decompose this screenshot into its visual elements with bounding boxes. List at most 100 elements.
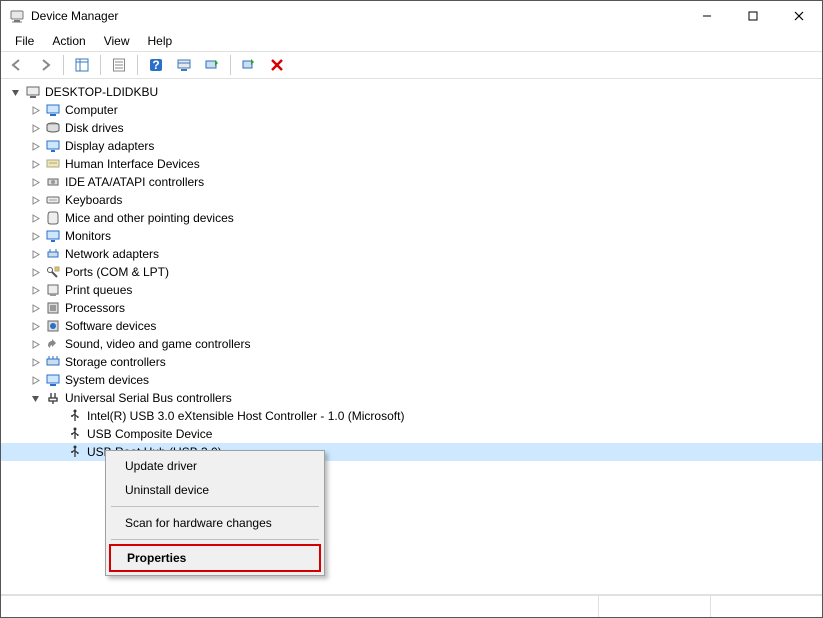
expand-icon[interactable] xyxy=(29,284,41,296)
tree-category[interactable]: Ports (COM & LPT) xyxy=(1,263,822,281)
tree-root[interactable]: DESKTOP-LDIDKBU xyxy=(1,83,822,101)
category-icon xyxy=(45,138,61,154)
titlebar: Device Manager xyxy=(1,1,822,31)
context-update-driver[interactable]: Update driver xyxy=(109,454,321,478)
tree-category-label: Display adapters xyxy=(65,139,154,153)
tree-category-label: Monitors xyxy=(65,229,111,243)
expand-icon[interactable] xyxy=(29,230,41,242)
tree-device-label: USB Composite Device xyxy=(87,427,212,441)
enable-device-button[interactable] xyxy=(237,53,261,77)
help-button[interactable]: ? xyxy=(144,53,168,77)
expand-icon[interactable] xyxy=(29,176,41,188)
tree-category[interactable]: Keyboards xyxy=(1,191,822,209)
tree-category-label: Print queues xyxy=(65,283,132,297)
properties-button[interactable] xyxy=(107,53,131,77)
device-tree[interactable]: DESKTOP-LDIDKBU Computer Disk drives Displ… xyxy=(1,79,822,595)
show-hide-tree-button[interactable] xyxy=(70,53,94,77)
tree-category-label: Storage controllers xyxy=(65,355,166,369)
context-uninstall-device[interactable]: Uninstall device xyxy=(109,478,321,502)
category-icon xyxy=(45,390,61,406)
tree-category-label: Sound, video and game controllers xyxy=(65,337,250,351)
svg-text:?: ? xyxy=(152,58,159,72)
tree-category-label: Mice and other pointing devices xyxy=(65,211,234,225)
expand-icon[interactable] xyxy=(29,122,41,134)
expand-icon[interactable] xyxy=(29,194,41,206)
expand-icon[interactable] xyxy=(29,266,41,278)
tree-device-label: Intel(R) USB 3.0 eXtensible Host Control… xyxy=(87,409,404,423)
expand-icon[interactable] xyxy=(29,212,41,224)
category-icon xyxy=(45,264,61,280)
menu-action[interactable]: Action xyxy=(44,32,93,50)
expand-icon[interactable] xyxy=(29,356,41,368)
tree-device[interactable]: USB Composite Device xyxy=(1,425,822,443)
tree-device[interactable]: Intel(R) USB 3.0 eXtensible Host Control… xyxy=(1,407,822,425)
category-icon xyxy=(45,228,61,244)
tree-category[interactable]: Processors xyxy=(1,299,822,317)
back-button[interactable] xyxy=(5,53,29,77)
context-scan-hardware[interactable]: Scan for hardware changes xyxy=(109,511,321,535)
expand-icon[interactable] xyxy=(29,302,41,314)
scan-hardware-button[interactable] xyxy=(172,53,196,77)
tree-category[interactable]: Sound, video and game controllers xyxy=(1,335,822,353)
tree-category[interactable]: System devices xyxy=(1,371,822,389)
category-icon xyxy=(45,102,61,118)
category-icon xyxy=(45,300,61,316)
expand-icon[interactable] xyxy=(29,320,41,332)
maximize-button[interactable] xyxy=(730,1,776,31)
update-driver-button[interactable] xyxy=(200,53,224,77)
category-icon xyxy=(45,120,61,136)
expand-icon[interactable] xyxy=(29,140,41,152)
tree-category[interactable]: Mice and other pointing devices xyxy=(1,209,822,227)
category-icon xyxy=(45,318,61,334)
status-cell-3 xyxy=(710,596,822,617)
menu-file[interactable]: File xyxy=(7,32,42,50)
tree-category[interactable]: IDE ATA/ATAPI controllers xyxy=(1,173,822,191)
tree-category[interactable]: Storage controllers xyxy=(1,353,822,371)
uninstall-device-button[interactable] xyxy=(265,53,289,77)
expand-icon[interactable] xyxy=(29,158,41,170)
collapse-icon[interactable] xyxy=(9,86,21,98)
expand-icon[interactable] xyxy=(29,104,41,116)
menu-view[interactable]: View xyxy=(96,32,138,50)
tree-category-label: Disk drives xyxy=(65,121,124,135)
tree-category[interactable]: Display adapters xyxy=(1,137,822,155)
tree-category[interactable]: Network adapters xyxy=(1,245,822,263)
usb-icon xyxy=(67,408,83,424)
toolbar-separator xyxy=(100,55,101,75)
expand-placeholder xyxy=(51,446,63,458)
expand-placeholder xyxy=(51,410,63,422)
tree-category[interactable]: Software devices xyxy=(1,317,822,335)
collapse-icon[interactable] xyxy=(29,392,41,404)
tree-category[interactable]: Disk drives xyxy=(1,119,822,137)
usb-icon xyxy=(67,426,83,442)
category-icon xyxy=(45,174,61,190)
context-menu: Update driver Uninstall device Scan for … xyxy=(105,450,325,576)
category-icon xyxy=(45,372,61,388)
context-properties[interactable]: Properties xyxy=(109,544,321,572)
window-title: Device Manager xyxy=(31,9,684,23)
tree-category-label: Network adapters xyxy=(65,247,159,261)
forward-button[interactable] xyxy=(33,53,57,77)
statusbar xyxy=(1,595,822,617)
context-separator xyxy=(111,506,319,507)
toolbar-separator xyxy=(230,55,231,75)
minimize-button[interactable] xyxy=(684,1,730,31)
menu-help[interactable]: Help xyxy=(140,32,181,50)
tree-category-label: System devices xyxy=(65,373,149,387)
computer-icon xyxy=(25,84,41,100)
device-manager-window: Device Manager File Action View Help ? D… xyxy=(0,0,823,618)
expand-icon[interactable] xyxy=(29,248,41,260)
tree-category[interactable]: Computer xyxy=(1,101,822,119)
close-button[interactable] xyxy=(776,1,822,31)
category-icon xyxy=(45,210,61,226)
tree-category-label: Processors xyxy=(65,301,125,315)
tree-category[interactable]: Human Interface Devices xyxy=(1,155,822,173)
tree-category[interactable]: Print queues xyxy=(1,281,822,299)
expand-icon[interactable] xyxy=(29,374,41,386)
category-icon xyxy=(45,156,61,172)
tree-category[interactable]: Monitors xyxy=(1,227,822,245)
tree-category-label: Universal Serial Bus controllers xyxy=(65,391,232,405)
expand-icon[interactable] xyxy=(29,338,41,350)
tree-category[interactable]: Universal Serial Bus controllers xyxy=(1,389,822,407)
device-manager-icon xyxy=(9,8,25,24)
